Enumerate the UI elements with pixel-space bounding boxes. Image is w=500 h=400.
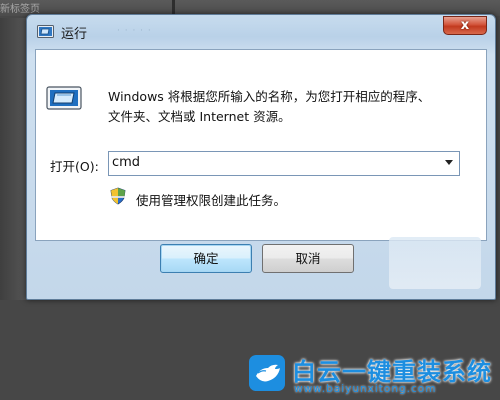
admin-note: 使用管理权限创建此任务。	[136, 193, 287, 208]
background-tab-text: 新标签页	[0, 4, 40, 15]
description-line-1: Windows 将根据您所输入的名称，为您打开相应的程序、	[108, 89, 431, 104]
run-dialog: 运行 · · · · · x Windows 将根据您所输入的名称，为您打开相应…	[26, 14, 496, 300]
background-divider	[172, 0, 175, 14]
close-icon: x	[460, 18, 470, 33]
blurred-browse-button-area	[389, 237, 481, 289]
run-icon	[46, 86, 82, 110]
description-line-2: 文件夹、文档或 Internet 资源。	[108, 109, 291, 124]
ok-button[interactable]: 确定	[160, 244, 252, 273]
watermark-title: 白云一键重装系统	[292, 358, 492, 386]
run-title-icon	[37, 25, 54, 38]
background-left-strip	[0, 18, 26, 300]
open-label: 打开(O):	[50, 159, 99, 174]
open-input[interactable]: cmd	[112, 155, 140, 170]
bird-logo-icon	[249, 355, 285, 391]
watermark-url: www.baiyunxitong.com	[294, 383, 437, 395]
window-title: 运行	[61, 27, 88, 42]
open-combobox[interactable]: cmd	[108, 151, 460, 176]
close-button[interactable]: x	[443, 16, 487, 35]
dialog-description: Windows 将根据您所输入的名称，为您打开相应的程序、 文件夹、文档或 In…	[108, 87, 478, 127]
title-bar[interactable]: 运行 · · · · · x	[27, 15, 495, 49]
cancel-button[interactable]: 取消	[262, 244, 354, 273]
title-ghost-text: · · · · ·	[117, 26, 152, 36]
dialog-client-area: Windows 将根据您所输入的名称，为您打开相应的程序、 文件夹、文档或 In…	[35, 49, 487, 241]
shield-icon	[110, 187, 126, 205]
chevron-down-icon[interactable]	[445, 160, 453, 165]
